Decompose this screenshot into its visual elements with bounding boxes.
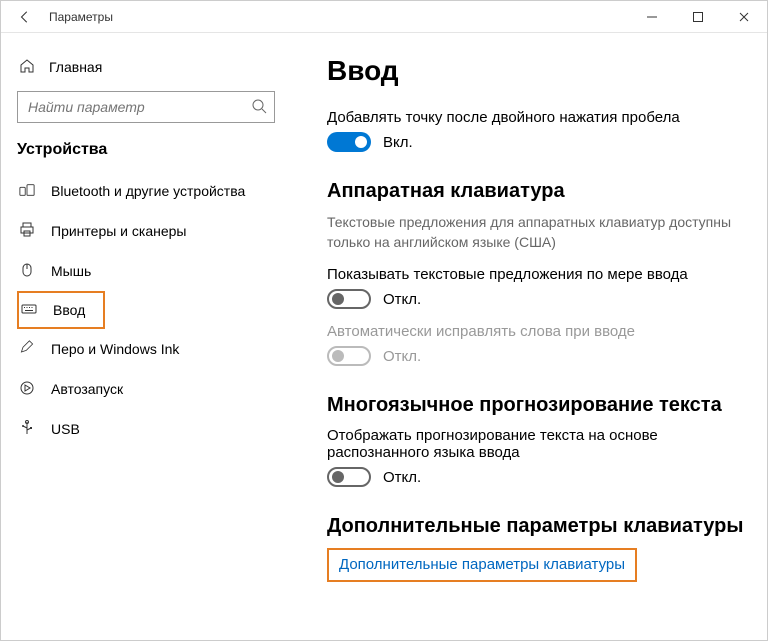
sidebar-item-label: Bluetooth и другие устройства [51, 183, 245, 199]
setting-autocorrect-label: Автоматически исправлять слова при вводе [327, 323, 747, 340]
sidebar-item-label: Мышь [51, 263, 91, 279]
setting-period-label: Добавлять точку после двойного нажатия п… [327, 109, 747, 126]
sidebar-item-printers[interactable]: Принтеры и сканеры [1, 211, 291, 251]
sidebar-item-label: Перо и Windows Ink [51, 341, 179, 357]
printer-icon [19, 222, 35, 241]
section-advanced: Дополнительные параметры клавиатуры [327, 515, 747, 538]
keyboard-icon [21, 301, 37, 320]
page-title: Ввод [327, 55, 747, 87]
close-button[interactable] [721, 1, 767, 33]
section-multilingual: Многоязычное прогнозирование текста [327, 394, 747, 417]
sidebar-item-label: Принтеры и сканеры [51, 223, 186, 239]
toggle-autocorrect-state: Откл. [383, 348, 421, 365]
sidebar: Главная Устройства Bluetooth и другие ус… [1, 33, 291, 640]
sidebar-item-autoplay[interactable]: Автозапуск [1, 369, 291, 409]
sidebar-item-label: Ввод [53, 302, 85, 318]
usb-icon [19, 420, 35, 439]
sidebar-group-title: Устройства [1, 133, 291, 171]
advanced-link-highlight: Дополнительные параметры клавиатуры [327, 548, 637, 582]
main-panel: Ввод Добавлять точку после двойного нажа… [291, 33, 767, 640]
minimize-button[interactable] [629, 1, 675, 33]
sidebar-item-pen[interactable]: Перо и Windows Ink [1, 329, 291, 369]
toggle-autocorrect [327, 346, 371, 366]
maximize-button[interactable] [675, 1, 721, 33]
search-input[interactable] [17, 91, 275, 123]
toggle-period-state: Вкл. [383, 134, 413, 151]
pen-icon [19, 340, 35, 359]
toggle-prediction[interactable] [327, 467, 371, 487]
sidebar-item-mouse[interactable]: Мышь [1, 251, 291, 291]
sidebar-item-bluetooth[interactable]: Bluetooth и другие устройства [1, 171, 291, 211]
section-hardware-keyboard: Аппаратная клавиатура [327, 180, 747, 203]
toggle-suggestions-state: Откл. [383, 291, 421, 308]
toggle-suggestions[interactable] [327, 289, 371, 309]
sidebar-item-typing[interactable]: Ввод [17, 291, 105, 329]
titlebar: Параметры [1, 1, 767, 33]
mouse-icon [19, 262, 35, 281]
sidebar-item-usb[interactable]: USB [1, 409, 291, 449]
setting-prediction-label: Отображать прогнозирование текста на осн… [327, 427, 747, 461]
home-icon [19, 58, 35, 77]
sidebar-home[interactable]: Главная [1, 47, 291, 87]
bluetooth-devices-icon [19, 182, 35, 201]
sidebar-home-label: Главная [49, 59, 102, 75]
toggle-period[interactable] [327, 132, 371, 152]
search-icon [251, 98, 267, 119]
back-button[interactable] [9, 10, 41, 24]
window-title: Параметры [49, 10, 113, 24]
autoplay-icon [19, 380, 35, 399]
hardware-keyboard-desc: Текстовые предложения для аппаратных кла… [327, 213, 747, 252]
sidebar-item-label: USB [51, 421, 80, 437]
sidebar-item-label: Автозапуск [51, 381, 123, 397]
advanced-keyboard-link[interactable]: Дополнительные параметры клавиатуры [339, 556, 625, 573]
toggle-prediction-state: Откл. [383, 469, 421, 486]
setting-suggestions-label: Показывать текстовые предложения по мере… [327, 266, 747, 283]
